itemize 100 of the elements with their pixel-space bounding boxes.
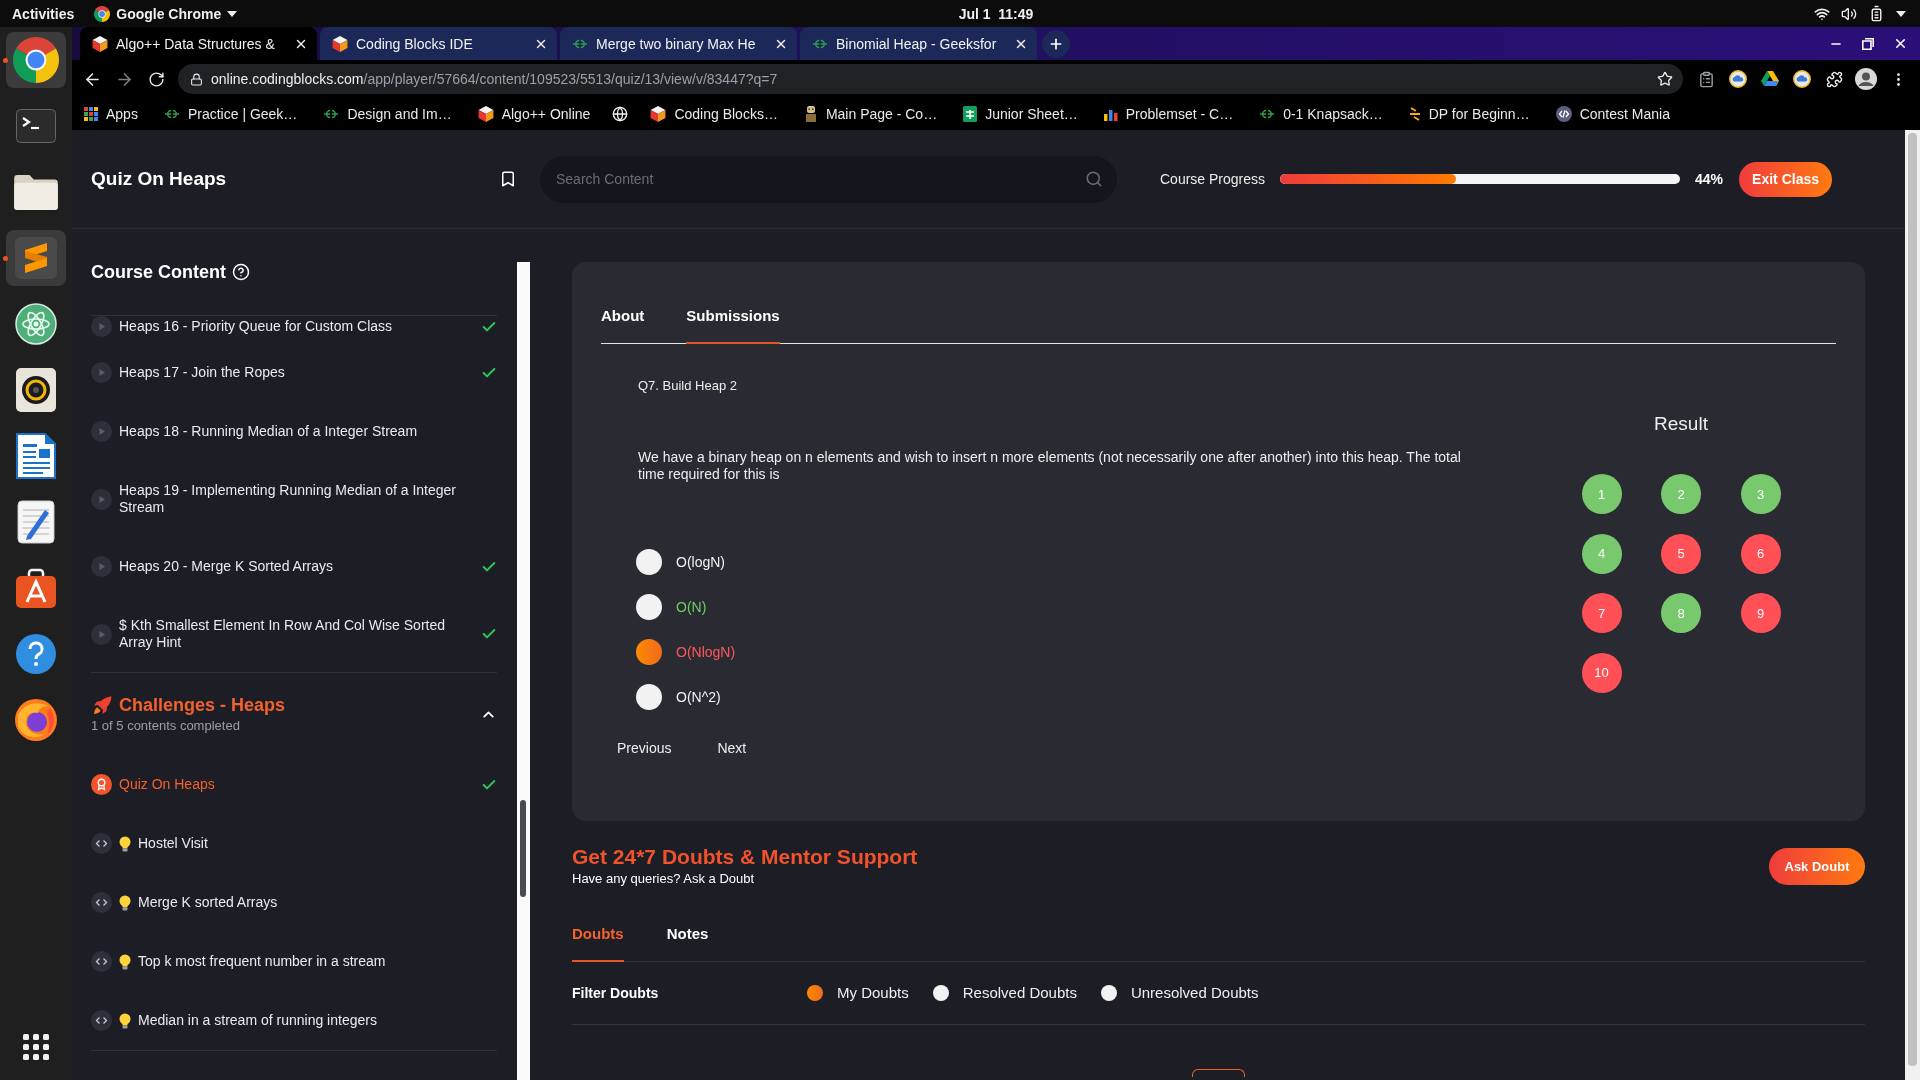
code-icon: [91, 951, 112, 972]
scrollbar-thumb[interactable]: [1908, 133, 1917, 1066]
speaker-icon[interactable]: [16, 368, 56, 412]
browser-tab[interactable]: Algo++ Data Structures &: [80, 27, 317, 60]
section-title[interactable]: Challenges - Heaps: [119, 694, 286, 716]
radio-label[interactable]: Resolved Doubts: [962, 983, 1077, 1003]
search-icon[interactable]: [1085, 169, 1103, 188]
bookmark-link[interactable]: Main Page - Co…: [797, 101, 944, 127]
lesson-link[interactable]: Top k most frequent number in a stream: [138, 953, 474, 970]
fox-globe-icon[interactable]: [14, 698, 58, 742]
running-app-tile[interactable]: [6, 230, 66, 286]
bookmark-link[interactable]: Coding Blocks…: [644, 101, 784, 127]
running-app-tile[interactable]: [6, 32, 66, 88]
radio-label[interactable]: My Doubts: [837, 983, 909, 1003]
triangle-logo-icon[interactable]: [1761, 71, 1779, 87]
section-subtitle: 1 of 5 contents completed: [91, 717, 241, 735]
twin-arcs-icon: [572, 38, 588, 49]
radio-button[interactable]: [807, 985, 823, 1001]
close-icon[interactable]: [1893, 36, 1908, 51]
cloud-badge-icon[interactable]: [1729, 70, 1747, 88]
lightbulb-icon: [119, 1012, 131, 1029]
nav-link[interactable]: Next: [717, 739, 747, 757]
lesson-link[interactable]: $ Kth Smallest Element In Row And Col Wise Sorted Array Hint: [119, 617, 474, 651]
lesson-link[interactable]: Heaps 20 - Merge K Sorted Arrays: [119, 558, 474, 575]
radio-label[interactable]: Unresolved Doubts: [1130, 983, 1259, 1003]
bookmark-link[interactable]: Junior Sheet…: [957, 101, 1084, 127]
folder-icon[interactable]: [14, 174, 58, 210]
bookmark-link[interactable]: 0-1 Knapsack…: [1253, 101, 1389, 127]
browser-icon[interactable]: [13, 37, 59, 83]
document-icon[interactable]: [16, 433, 56, 479]
result-heading: Result: [1654, 412, 1708, 436]
scrollbar-thumb[interactable]: [520, 800, 526, 897]
code-circle-icon: [1555, 106, 1572, 122]
lesson-link[interactable]: Heaps 19 - Implementing Running Median of a Integer Stream: [119, 482, 474, 516]
help-icon[interactable]: [15, 633, 57, 675]
activities-button[interactable]: Activities: [12, 5, 75, 22]
caret-icon[interactable]: [1896, 10, 1906, 17]
clipboard-icon[interactable]: [1697, 70, 1715, 88]
volume-icon[interactable]: [1841, 5, 1857, 22]
star-icon[interactable]: [1657, 71, 1673, 87]
atom-icon[interactable]: [15, 303, 57, 345]
tab[interactable]: Notes: [666, 924, 709, 962]
reload-icon[interactable]: [147, 70, 165, 88]
search-field[interactable]: Search Content: [540, 155, 1117, 203]
option-label: O(N): [676, 599, 707, 615]
lesson-link[interactable]: Merge K sorted Arrays: [138, 894, 474, 911]
radio-button[interactable]: [636, 684, 662, 710]
lesson-link[interactable]: Median in a stream of running integers: [138, 1012, 474, 1029]
partial-button[interactable]: [1192, 1069, 1245, 1077]
browser-icon: [94, 5, 111, 22]
lightbulb-icon: [119, 835, 131, 852]
bookmark-link[interactable]: Apps: [78, 101, 144, 127]
radio-button[interactable]: [636, 594, 662, 620]
ask-doubt-button[interactable]: Ask Doubt: [1769, 848, 1865, 885]
browser-tab[interactable]: Coding Blocks IDE: [320, 27, 557, 60]
shopping-bag-icon[interactable]: [15, 567, 57, 609]
cube-icon: [92, 35, 108, 52]
exit-class-button[interactable]: Exit Class: [1739, 161, 1833, 197]
cloud-badge-icon[interactable]: [1793, 70, 1811, 88]
radio-button[interactable]: [932, 985, 949, 1001]
lesson-link[interactable]: Heaps 16 - Priority Queue for Custom Class: [119, 318, 474, 335]
support-title: Get 24*7 Doubts & Mentor Support: [572, 845, 918, 869]
address-bar[interactable]: online.codingblocks.com/app/player/57664/content/109523/5513/quiz/13/view/v/83447?q=7: [178, 64, 1683, 94]
avatar-icon[interactable]: [1855, 68, 1877, 90]
restore-icon[interactable]: [1862, 37, 1874, 50]
nav-link[interactable]: Previous: [617, 739, 672, 757]
lesson-link[interactable]: Hostel Visit: [138, 835, 474, 852]
help-icon[interactable]: [232, 263, 250, 281]
play-icon: [91, 623, 112, 645]
terminal-icon[interactable]: [15, 109, 57, 143]
bookmark-link[interactable]: Contest Mania: [1549, 101, 1676, 127]
lesson-link[interactable]: Heaps 17 - Join the Ropes: [119, 364, 474, 381]
question-text: We have a binary heap on n elements and wish to insert n more elements (not necessarily one after another) into this heap. The total time required for this is: [637, 449, 1462, 483]
code-icon: [91, 892, 112, 913]
twin-arcs-icon: [812, 38, 828, 49]
app-menu-button[interactable]: Google Chrome: [94, 5, 238, 22]
app-grid-icon[interactable]: [23, 1034, 49, 1060]
code-editor-icon[interactable]: [15, 237, 57, 279]
bookmark-link[interactable]: Problemset - C…: [1097, 101, 1240, 127]
lesson-link[interactable]: Quiz On Heaps: [119, 776, 474, 793]
tab[interactable]: Doubts: [572, 924, 624, 962]
bookmark-link[interactable]: Algo++ Online: [471, 101, 597, 127]
browser-tab[interactable]: Merge two binary Max He: [560, 27, 797, 60]
radio-button[interactable]: [636, 639, 662, 665]
radio-button[interactable]: [636, 549, 662, 575]
browser-tab[interactable]: Binomial Heap - Geeksfor: [800, 27, 1037, 60]
lesson-link[interactable]: Heaps 18 - Running Median of a Integer Stream: [119, 423, 474, 440]
tab[interactable]: About: [601, 306, 645, 344]
bookmark-link[interactable]: Practice | Geek…: [157, 101, 304, 127]
bookmark-icon[interactable]: [499, 170, 517, 188]
notepad-icon[interactable]: [17, 500, 55, 544]
bookmark-link[interactable]: Design and Im…: [317, 101, 458, 127]
radio-button[interactable]: [1100, 985, 1117, 1001]
bookmark-link[interactable]: DP for Beginn…: [1402, 101, 1536, 127]
code-icon: [91, 1010, 112, 1031]
tab[interactable]: Submissions: [686, 306, 780, 344]
twin-arcs-icon: [163, 109, 180, 119]
extensions-icon[interactable]: [1825, 70, 1843, 88]
globe-icon[interactable]: [612, 106, 629, 122]
new-tab-button[interactable]: [1042, 29, 1070, 58]
